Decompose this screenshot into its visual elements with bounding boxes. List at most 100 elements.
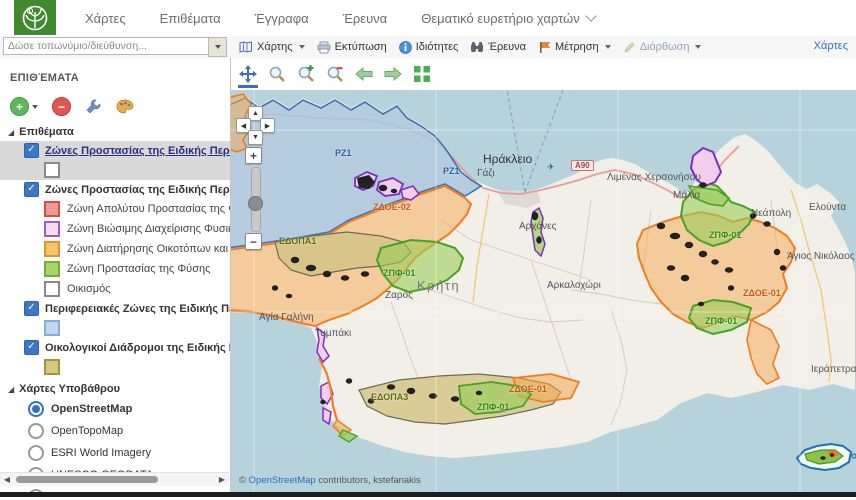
edit-button[interactable]: Διόρθωση [617, 39, 708, 56]
map-button[interactable]: Χάρτης [233, 39, 311, 55]
pan-tool-button[interactable] [236, 62, 260, 86]
search-input[interactable] [3, 37, 208, 55]
layer-checkbox[interactable]: ✓ [24, 143, 39, 158]
previous-extent-button[interactable] [352, 62, 376, 86]
zoom-box-tool-button[interactable] [265, 62, 289, 86]
layer-label: Οικολογικοί Διάδρομοι της Ειδικής Περιβα… [45, 342, 230, 354]
full-extent-button[interactable] [410, 62, 434, 86]
geocode-search-combo [3, 37, 227, 57]
zoom-out-button[interactable]: − [245, 233, 262, 250]
menu-item-thematic-index[interactable]: Θεματικό ευρετήριο χαρτών [404, 11, 612, 26]
expand-triangle-icon[interactable]: ◢ [8, 128, 14, 137]
menu-item-maps[interactable]: Χάρτες [68, 11, 143, 26]
measure-button[interactable]: Μέτρηση [532, 39, 617, 56]
tree-root-label: Επιθέματα [19, 126, 74, 138]
legend-row: Ζώνη Διατήρησης Οικοτόπων και Ειδών [0, 239, 230, 259]
remove-layer-button[interactable]: − [52, 97, 71, 116]
place-label: Μάλια [673, 190, 700, 201]
legend-label: Ζώνη Προστασίας της Φύσης [67, 263, 210, 275]
chevron-down-icon [215, 45, 221, 49]
add-layer-button[interactable]: + [10, 97, 29, 116]
layer-label: Ζώνες Προστασίας της Ειδικής Περιβαλλοντ… [45, 145, 230, 157]
arrow-left-icon [355, 67, 373, 81]
layers-tree: ◢ Επιθέματα ✓ Ζώνες Προστασίας της Ειδική… [0, 126, 230, 492]
palette-style-button[interactable] [116, 99, 134, 114]
tree-root-overlays[interactable]: ◢ Επιθέματα [8, 126, 230, 138]
print-button[interactable]: Εκτύπωση [311, 39, 393, 56]
app-logo[interactable] [14, 0, 56, 35]
app-window: Χάρτες Επιθέματα Έγγραφα Έρευνα Θεματικό… [0, 0, 856, 500]
flag-icon [538, 41, 551, 54]
openstreetmap-link[interactable]: OpenStreetMap [249, 475, 316, 486]
zoom-out-tool-button[interactable] [323, 62, 347, 86]
place-label: Άγιος Νικόλαος [787, 251, 855, 262]
zoom-in-button[interactable]: + [245, 147, 262, 164]
scroll-left-arrow[interactable]: ◀ [0, 475, 14, 484]
radio-icon[interactable] [28, 401, 44, 417]
maps-link[interactable]: Χάρτες [814, 40, 848, 52]
map-canvas[interactable]: ✈ ΡΖ1ΡΖ1ΖΔΟΕ-02ΖΔΟΕ-01ΖΔΟΕ-01ΖΠΦ-01ΖΠΦ-0… [231, 90, 856, 492]
layer-checkbox[interactable]: ✓ [24, 340, 39, 355]
tree-root-basemaps[interactable]: ◢Χάρτες Υποβάθρου [8, 383, 230, 395]
layer-row-protection-zones-2[interactable]: ✓ Ζώνες Προστασίας της Ειδικής Περιβαλλο… [0, 180, 230, 199]
map-attribution: © OpenStreetMap contributors, kstefanaki… [239, 475, 421, 486]
menu-item-label: Επιθέματα [160, 11, 221, 26]
next-extent-button[interactable] [381, 62, 405, 86]
legend-swatch-orange [44, 241, 60, 257]
legend-row [0, 160, 230, 180]
zone-label: ΕΔΟΠΑ1 [279, 236, 316, 246]
radio-icon[interactable] [28, 423, 44, 439]
magnifier-plus-icon [297, 65, 315, 83]
layer-checkbox[interactable]: ✓ [24, 182, 39, 197]
expand-triangle-icon[interactable]: ◢ [8, 385, 14, 394]
legend-row: Ζώνη Βιώσιμης Διαχείρισης Φυσικών Πόρων [0, 219, 230, 239]
research-button[interactable]: Έρευνα [464, 39, 532, 55]
add-layer-dropdown-icon[interactable] [32, 105, 38, 109]
scrollbar-thumb[interactable] [16, 476, 158, 483]
basemap-label: OpenTopoMap [51, 425, 123, 437]
legend-swatch-green [44, 261, 60, 277]
zone-label: ΕΔΟΠΑ3 [371, 392, 408, 402]
wrench-settings-button[interactable] [85, 98, 102, 115]
basemap-label: OpenStreetMap [51, 403, 132, 415]
layer-row-peripheral-zones[interactable]: ✓ Περιφερειακές Ζώνες της Ειδικής Περιβα… [0, 299, 230, 318]
menu-item-label: Χάρτες [85, 11, 126, 26]
edit-button-label: Διόρθωση [640, 41, 690, 53]
zoom-in-tool-button[interactable] [294, 62, 318, 86]
menu-item-label: Έρευνα [343, 11, 388, 26]
legend-swatch-pink [44, 221, 60, 237]
basemap-opentopomap[interactable]: OpenTopoMap [0, 420, 230, 442]
logo-emblem-icon [20, 3, 50, 33]
layer-checkbox[interactable]: ✓ [24, 301, 39, 316]
zoom-slider-thumb[interactable] [248, 196, 263, 211]
layer-row-protection-zones-1[interactable]: ✓ Ζώνες Προστασίας της Ειδικής Περιβαλλο… [0, 141, 230, 160]
basemap-openstreetmap[interactable]: OpenStreetMap [0, 398, 230, 420]
layers-sidebar: ΕΠΙΘΈΜΑΤΑ + − ◢ Επιθέματα ✓ Ζώνες Προστασ… [0, 58, 231, 492]
place-label: Αρχάνες [519, 221, 556, 232]
search-dropdown-trigger[interactable] [208, 37, 227, 57]
menu-item-documents[interactable]: Έγγραφα [238, 11, 326, 26]
menu-item-research[interactable]: Έρευνα [326, 11, 405, 26]
place-label: Κρήτη [417, 278, 460, 293]
place-label: Ηράκλειο [483, 152, 532, 166]
legend-swatch-tan [44, 359, 60, 375]
zone-label: ΖΠΦ-01 [709, 230, 741, 240]
legend-swatch-outline [44, 162, 60, 178]
scroll-right-arrow[interactable]: ▶ [215, 475, 229, 484]
layer-row-eco-corridors[interactable]: ✓ Οικολογικοί Διάδρομοι της Ειδικής Περι… [0, 338, 230, 357]
sidebar-title: ΕΠΙΘΈΜΑΤΑ [10, 72, 230, 84]
sidebar-horizontal-scrollbar[interactable]: ◀ ▶ [0, 472, 229, 486]
layer-label: Ζώνες Προστασίας της Ειδικής Περιβαλλοντ… [45, 184, 230, 196]
copyright-symbol: © [239, 475, 246, 486]
legend-swatch-red [44, 201, 60, 217]
binoculars-icon [470, 41, 484, 53]
basemap-esri-world-imagery[interactable]: ESRI World Imagery [0, 442, 230, 464]
pan-south-button[interactable]: ▼ [248, 130, 263, 145]
legend-swatch-settlement [44, 281, 60, 297]
chevron-down-icon [695, 45, 701, 49]
menu-item-overlays[interactable]: Επιθέματα [143, 11, 238, 26]
map-icon [239, 41, 253, 53]
legend-row [0, 357, 230, 377]
radio-icon[interactable] [28, 445, 44, 461]
properties-button[interactable]: Ιδιότητες [393, 39, 465, 56]
